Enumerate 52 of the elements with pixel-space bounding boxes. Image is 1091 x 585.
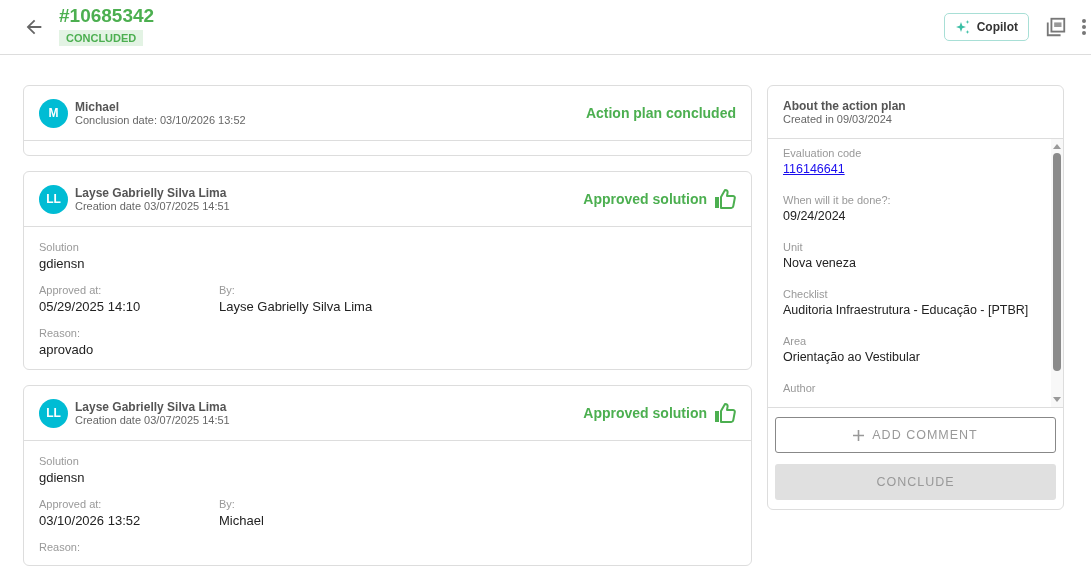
event-status: Approved solution: [583, 191, 707, 207]
thumbs-up-icon: [714, 403, 736, 423]
field-label: Checklist: [783, 288, 829, 300]
field-value: gdiensn: [39, 256, 86, 271]
author-name: Layse Gabrielly Silva Lima: [75, 186, 228, 200]
scroll-up-icon[interactable]: [1052, 142, 1062, 150]
avatar: LL: [39, 184, 68, 214]
scrollbar[interactable]: [1051, 139, 1063, 407]
event-status: Approved solution: [583, 405, 707, 421]
author-name: Layse Gabrielly Silva Lima: [75, 400, 228, 414]
field-value: 03/10/2026 13:52: [39, 513, 142, 528]
field-value: 09/24/2024: [783, 209, 847, 223]
field-label: Solution: [39, 241, 80, 253]
field-label: Approved at:: [39, 498, 103, 510]
plan-number: #10685342: [59, 4, 155, 27]
field-label: By:: [219, 498, 236, 510]
field-value: Nova veneza: [783, 256, 857, 270]
event-date: Conclusion date: 03/10/2026 13:52: [75, 114, 247, 126]
scroll-down-icon[interactable]: [1052, 396, 1062, 404]
field-value: Auditoria Infraestrutura - Educação - [PTBR]: [783, 303, 1030, 317]
plus-icon: [853, 429, 865, 441]
field-value: 05/29/2025 14:10: [39, 299, 142, 314]
field-label: Solution: [39, 455, 80, 467]
field-label: Author: [783, 382, 817, 394]
event-date: Creation date 03/07/2025 14:51: [75, 200, 231, 212]
field-value: Orientação ao Vestibular: [783, 350, 921, 364]
avatar: LL: [39, 398, 68, 428]
status-badge: CONCLUDED: [59, 29, 144, 46]
panel-subtitle: Created in 09/03/2024: [783, 113, 893, 125]
avatar: M: [39, 98, 68, 128]
field-label: Evaluation code: [783, 147, 863, 159]
panel-title: About the action plan: [783, 99, 907, 113]
sparkle-icon: [954, 19, 971, 35]
field-label: Reason:: [39, 327, 81, 339]
event-status: Action plan concluded: [585, 105, 736, 121]
evaluation-link[interactable]: 116146641: [783, 162, 1036, 176]
more-options-icon[interactable]: [1081, 18, 1087, 36]
field-value: Michael: [219, 513, 265, 528]
author-name: Michael: [75, 100, 120, 114]
pdf-icon[interactable]: [1045, 16, 1067, 38]
field-value: Layse Gabrielly Silva Lima: [219, 299, 374, 314]
field-label: Reason:: [39, 541, 81, 553]
thumbs-up-icon: [714, 189, 736, 209]
copilot-button[interactable]: Copilot: [943, 13, 1029, 41]
field-label: When will it be done?:: [783, 194, 892, 206]
field-label: By:: [219, 284, 236, 296]
field-value: aprovado: [39, 342, 95, 357]
field-label: Approved at:: [39, 284, 103, 296]
event-date: Creation date 03/07/2025 14:51: [75, 414, 231, 426]
field-value: gdiensn: [39, 470, 86, 485]
field-label: Area: [783, 335, 808, 347]
field-label: Unit: [783, 241, 804, 253]
